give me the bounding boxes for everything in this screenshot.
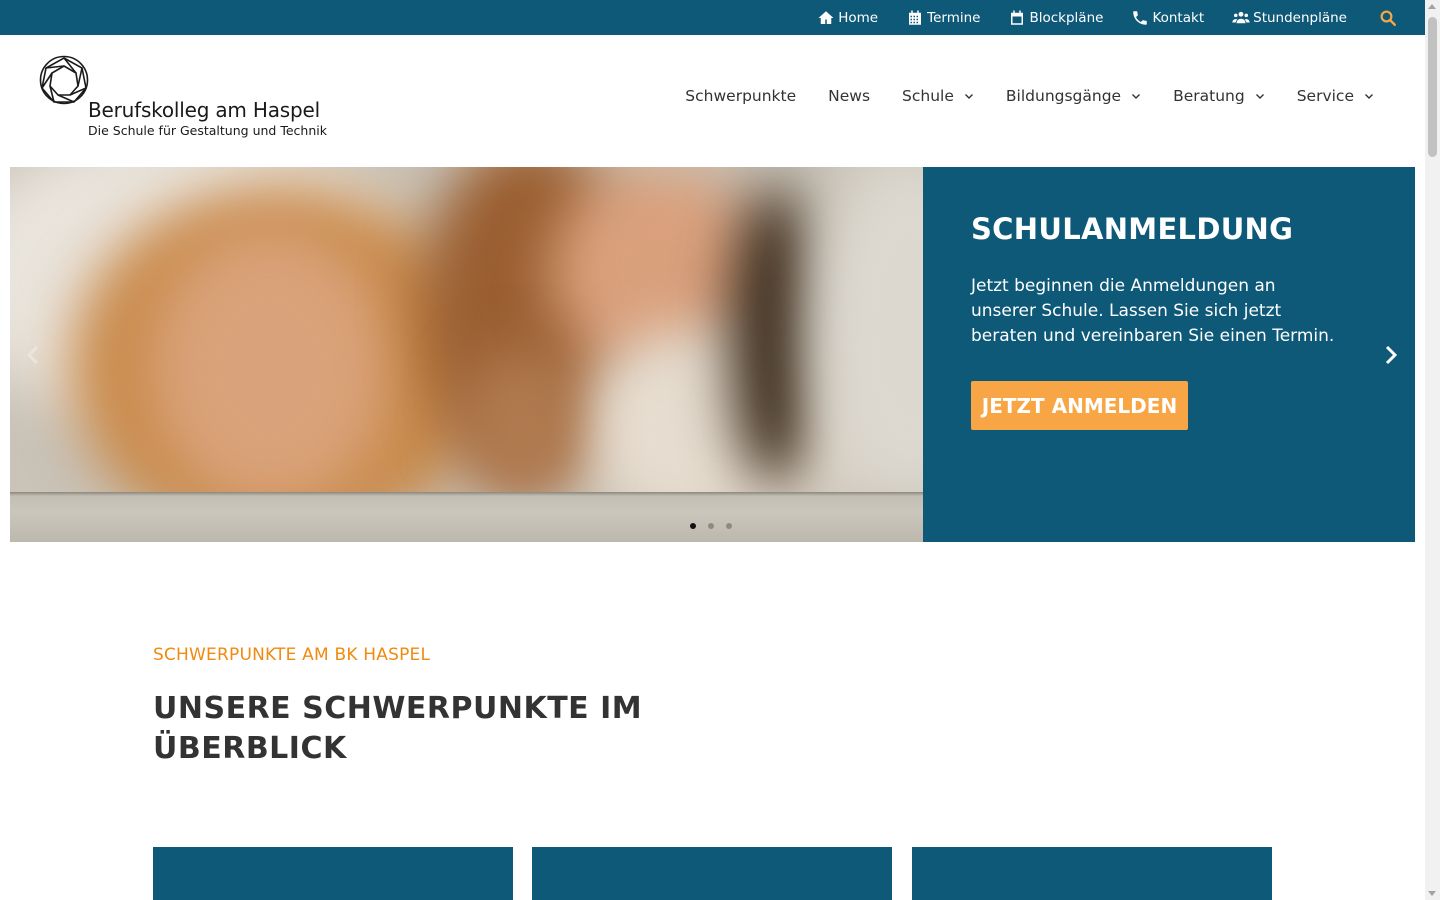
top-link-label: Home [838, 9, 879, 26]
hero-panel: SCHULANMELDUNG Jetzt beginnen die Anmeld… [923, 167, 1415, 542]
users-icon [1232, 11, 1250, 23]
chevron-down-icon [1365, 94, 1373, 99]
calendar-grid-icon [909, 10, 922, 25]
top-link-stundenplaene[interactable]: Stundenpläne [1232, 9, 1347, 27]
logo-mark-icon [39, 55, 89, 105]
slider-dots [690, 523, 744, 529]
top-link-home[interactable]: Home [817, 9, 878, 27]
nav-item-schwerpunkte[interactable]: Schwerpunkte [685, 87, 796, 105]
search-icon [1380, 10, 1396, 26]
main-nav: Schwerpunkte News Schule Bildungsgänge B… [653, 87, 1374, 105]
top-link-label: Blockpläne [1029, 9, 1104, 26]
logo-tagline: Die Schule für Gestaltung und Technik [88, 123, 327, 138]
slider-dot[interactable] [690, 523, 696, 529]
nav-item-label: Bildungsgänge [1005, 87, 1122, 105]
nav-item-label: Service [1296, 87, 1354, 105]
chevron-down-icon [964, 94, 973, 99]
search-button[interactable] [1379, 9, 1397, 27]
top-link-blockplaene[interactable]: Blockpläne [1008, 9, 1103, 27]
nav-item-label: Schule [902, 87, 954, 105]
focus-card[interactable] [912, 847, 1272, 900]
page-scrollbar[interactable] [1425, 0, 1440, 900]
chevron-down-icon [1132, 94, 1141, 99]
hero-title: SCHULANMELDUNG [971, 212, 1294, 246]
hero-image [10, 167, 923, 542]
scroll-down-icon[interactable] [1428, 891, 1436, 896]
nav-item-label: Schwerpunkte [685, 87, 797, 105]
hero-slider: SCHULANMELDUNG Jetzt beginnen die Anmeld… [10, 167, 1415, 542]
top-utility-bar: Home Termine Blockpläne Kontakt Stundenp… [0, 0, 1425, 35]
nav-item-label: News [828, 87, 871, 105]
slider-prev-arrow-icon[interactable] [22, 343, 44, 367]
site-logo[interactable]: Berufskolleg am Haspel Die Schule für Ge… [36, 51, 336, 141]
home-icon [818, 10, 834, 24]
nav-item-bildungsgaenge[interactable]: Bildungsgänge [1006, 87, 1141, 105]
phone-icon [1133, 10, 1148, 25]
utility-nav: Home Termine Blockpläne Kontakt Stundenp… [789, 0, 1397, 35]
top-link-termine[interactable]: Termine [906, 9, 980, 27]
register-now-button[interactable]: JETZT ANMELDEN [971, 381, 1188, 430]
nav-item-label: Beratung [1173, 87, 1245, 105]
logo-name: Berufskolleg am Haspel [88, 98, 320, 122]
chevron-down-icon [1255, 94, 1264, 99]
site-header: Berufskolleg am Haspel Die Schule für Ge… [0, 35, 1425, 167]
scroll-up-icon[interactable] [1428, 4, 1436, 9]
slider-dot[interactable] [726, 523, 732, 529]
top-link-label: Stundenpläne [1253, 9, 1347, 26]
top-link-label: Kontakt [1152, 9, 1205, 26]
calendar-icon [1011, 10, 1024, 25]
section-title: UNSERE SCHWERPUNKTE IM ÜBERBLICK [153, 691, 643, 766]
nav-item-service[interactable]: Service [1297, 87, 1374, 105]
slider-dot[interactable] [708, 523, 714, 529]
section-kicker: SCHWERPUNKTE AM BK HASPEL [153, 645, 431, 665]
focus-card[interactable] [532, 847, 892, 900]
focus-card[interactable] [153, 847, 513, 900]
nav-item-schule[interactable]: Schule [902, 87, 974, 105]
top-link-label: Termine [927, 9, 981, 26]
nav-item-beratung[interactable]: Beratung [1173, 87, 1265, 105]
scrollbar-thumb[interactable] [1428, 17, 1437, 157]
hero-text: Jetzt beginnen die Anmeldungen an unsere… [971, 276, 1335, 346]
top-link-kontakt[interactable]: Kontakt [1131, 9, 1204, 27]
slider-next-arrow-icon[interactable] [1380, 343, 1402, 367]
nav-item-news[interactable]: News [828, 87, 870, 105]
